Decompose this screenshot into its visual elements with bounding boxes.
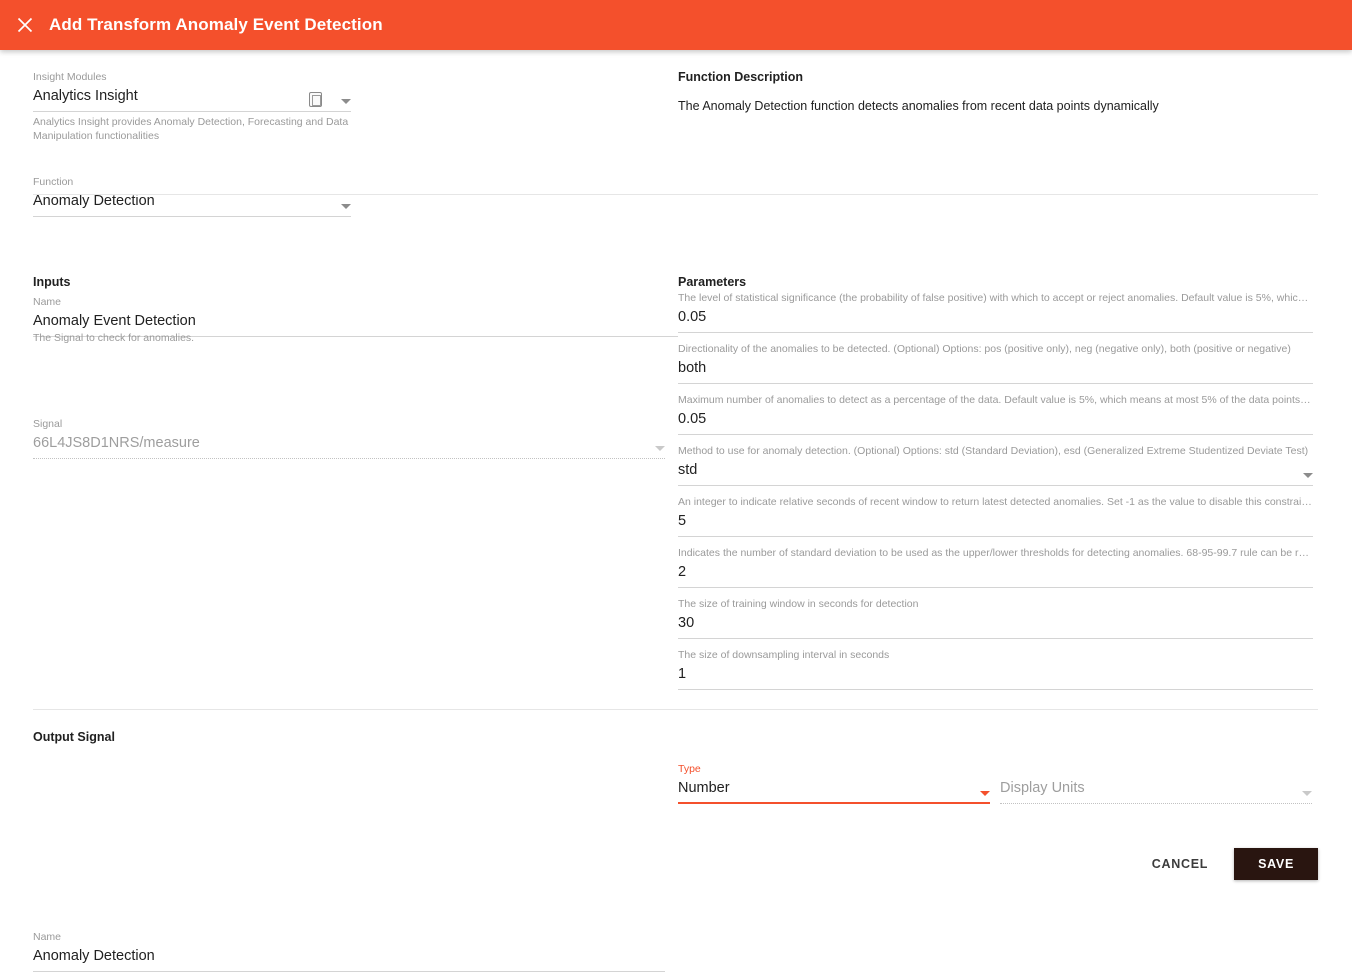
cancel-button[interactable]: CANCEL xyxy=(1140,848,1220,880)
output-type-field[interactable]: Type Number xyxy=(678,762,990,804)
output-type-underline xyxy=(678,802,990,804)
display-units-chevron-down-icon xyxy=(1302,791,1312,796)
output-type-value: Number xyxy=(678,776,990,798)
close-icon xyxy=(16,16,34,34)
parameter-description: Maximum number of anomalies to detect as… xyxy=(678,393,1313,407)
parameter-value: std xyxy=(678,458,1313,480)
parameter-description: Indicates the number of standard deviati… xyxy=(678,546,1313,560)
signal-underline xyxy=(33,458,665,459)
signal-helper: The Signal to check for anomalies. xyxy=(33,331,194,345)
output-name-field[interactable]: Name Anomaly Detection xyxy=(33,930,665,972)
function-description-title: Function Description xyxy=(678,69,1318,85)
parameter-underline xyxy=(678,383,1313,384)
signal-helper-text: The Signal to check for anomalies. xyxy=(33,331,194,345)
inputs-title-text: Inputs xyxy=(33,274,71,290)
insight-modules-helper-text: Analytics Insight provides Anomaly Detec… xyxy=(33,111,351,143)
dialog-title: Add Transform Anomaly Event Detection xyxy=(49,15,383,35)
parameter-underline xyxy=(678,587,1313,588)
parameter-row[interactable]: An integer to indicate relative seconds … xyxy=(678,495,1313,537)
output-type-chevron-down-icon[interactable] xyxy=(980,791,990,796)
divider-top xyxy=(33,194,1318,195)
parameter-description: The level of statistical significance (t… xyxy=(678,291,1313,305)
parameter-row[interactable]: The level of statistical significance (t… xyxy=(678,291,1313,333)
output-signal-title-text: Output Signal xyxy=(33,729,115,745)
display-units-field: Display Units xyxy=(1000,762,1312,804)
parameter-underline xyxy=(678,485,1313,486)
signal-label: Signal xyxy=(33,417,665,431)
module-info-icon[interactable] xyxy=(309,92,322,107)
parameter-value: 0.05 xyxy=(678,305,1313,327)
insight-modules-chevron-down-icon[interactable] xyxy=(341,99,351,104)
function-underline xyxy=(33,216,351,217)
insight-modules-value: Analytics Insight xyxy=(33,84,351,106)
name-value: Anomaly Event Detection xyxy=(33,309,678,331)
dialog-header: Add Transform Anomaly Event Detection xyxy=(0,0,1352,50)
divider-bottom xyxy=(33,709,1318,710)
function-description-text: The Anomaly Detection function detects a… xyxy=(678,85,1318,115)
parameters-title: Parameters xyxy=(678,274,746,290)
parameter-value: 5 xyxy=(678,509,1313,531)
parameter-row[interactable]: Directionality of the anomalies to be de… xyxy=(678,342,1313,384)
parameter-value: 30 xyxy=(678,611,1313,633)
parameter-underline xyxy=(678,332,1313,333)
close-button[interactable] xyxy=(10,10,40,40)
output-signal-title: Output Signal xyxy=(33,729,115,745)
parameter-value: 2 xyxy=(678,560,1313,582)
parameter-row[interactable]: Indicates the number of standard deviati… xyxy=(678,546,1313,588)
parameter-underline xyxy=(678,638,1313,639)
name-label: Name xyxy=(33,295,678,309)
insight-modules-label: Insight Modules xyxy=(33,70,351,84)
inputs-title: Inputs xyxy=(33,274,71,290)
footer-actions: CANCEL SAVE xyxy=(1140,848,1318,880)
parameter-chevron-down-icon[interactable] xyxy=(1303,473,1313,478)
parameter-row[interactable]: The size of training window in seconds f… xyxy=(678,597,1313,639)
output-name-label: Name xyxy=(33,930,665,944)
output-name-value: Anomaly Detection xyxy=(33,944,665,966)
parameter-underline xyxy=(678,689,1313,690)
parameter-description: The size of training window in seconds f… xyxy=(678,597,1313,611)
function-field[interactable]: Function Anomaly Detection xyxy=(33,175,351,217)
insight-modules-helper: Analytics Insight provides Anomaly Detec… xyxy=(33,111,351,143)
parameter-row[interactable]: Method to use for anomaly detection. (Op… xyxy=(678,444,1313,486)
signal-chevron-down-icon xyxy=(655,446,665,451)
parameter-underline xyxy=(678,536,1313,537)
parameter-value: 1 xyxy=(678,662,1313,684)
signal-value: 66L4JS8D1NRS/measure xyxy=(33,431,665,453)
parameter-value: both xyxy=(678,356,1313,378)
parameter-description: The size of downsampling interval in sec… xyxy=(678,648,1313,662)
function-label: Function xyxy=(33,175,351,189)
parameter-description: An integer to indicate relative seconds … xyxy=(678,495,1313,509)
parameter-value: 0.05 xyxy=(678,407,1313,429)
function-description-block: Function Description The Anomaly Detecti… xyxy=(678,69,1318,115)
parameter-row[interactable]: The size of downsampling interval in sec… xyxy=(678,648,1313,690)
parameter-description: Directionality of the anomalies to be de… xyxy=(678,342,1313,356)
function-chevron-down-icon[interactable] xyxy=(341,204,351,209)
save-button[interactable]: SAVE xyxy=(1234,848,1318,880)
display-units-placeholder: Display Units xyxy=(1000,776,1312,798)
dialog-body: Insight Modules Analytics Insight Analyt… xyxy=(0,50,1352,880)
parameter-description: Method to use for anomaly detection. (Op… xyxy=(678,444,1313,458)
parameter-underline xyxy=(678,434,1313,435)
output-type-label: Type xyxy=(678,762,990,776)
parameters-title-text: Parameters xyxy=(678,274,746,290)
insight-modules-field[interactable]: Insight Modules Analytics Insight xyxy=(33,70,351,112)
signal-field[interactable]: Signal 66L4JS8D1NRS/measure xyxy=(33,417,665,459)
display-units-underline xyxy=(1000,803,1312,804)
function-value: Anomaly Detection xyxy=(33,189,351,211)
parameter-row[interactable]: Maximum number of anomalies to detect as… xyxy=(678,393,1313,435)
